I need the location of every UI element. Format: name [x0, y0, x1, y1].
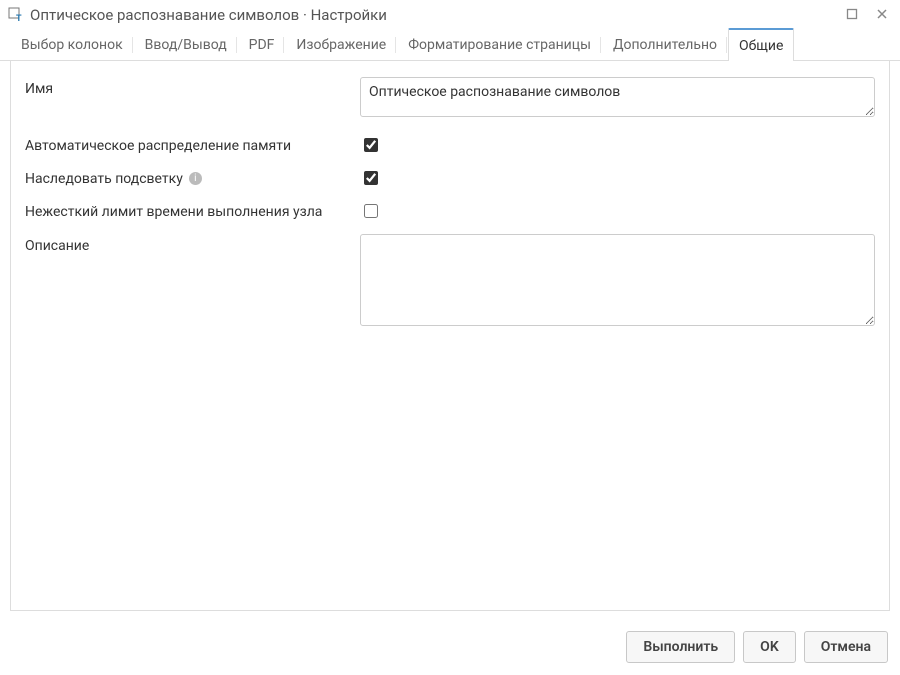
- tab-image[interactable]: Изображение: [285, 28, 397, 61]
- tab-columns[interactable]: Выбор колонок: [10, 28, 134, 61]
- info-icon[interactable]: i: [189, 172, 202, 185]
- footer: Выполнить OK Отмена: [0, 621, 900, 675]
- tab-pdf[interactable]: PDF: [238, 28, 286, 61]
- app-icon: T: [8, 7, 24, 23]
- inherit-highlight-label: Наследовать подсветку i: [25, 171, 360, 187]
- titlebar: T Оптическое распознавание символов · На…: [0, 0, 900, 28]
- window-title: Оптическое распознавание символов · Наст…: [30, 6, 844, 24]
- close-icon[interactable]: [874, 6, 890, 24]
- inherit-highlight-checkbox[interactable]: [364, 171, 378, 185]
- inherit-highlight-label-text: Наследовать подсветку: [25, 171, 183, 187]
- description-label: Описание: [25, 234, 360, 254]
- soft-limit-label: Нежесткий лимит времени выполнения узла: [25, 204, 360, 220]
- tabs: Выбор колонок Ввод/Вывод PDF Изображение…: [0, 28, 900, 61]
- tab-content: Имя Автоматическое распределение памяти …: [10, 61, 890, 611]
- svg-text:T: T: [16, 14, 22, 23]
- cancel-button[interactable]: Отмена: [804, 631, 888, 663]
- maximize-icon[interactable]: [844, 6, 860, 24]
- name-label: Имя: [25, 77, 360, 97]
- run-button[interactable]: Выполнить: [626, 631, 735, 663]
- tab-io[interactable]: Ввод/Вывод: [134, 28, 238, 61]
- name-input[interactable]: [360, 77, 875, 117]
- tab-general[interactable]: Общие: [728, 28, 794, 61]
- description-input[interactable]: [360, 234, 875, 326]
- auto-memory-label: Автоматическое распределение памяти: [25, 138, 360, 154]
- ok-button[interactable]: OK: [743, 631, 796, 663]
- auto-memory-checkbox[interactable]: [364, 138, 378, 152]
- tab-advanced[interactable]: Дополнительно: [602, 28, 728, 61]
- tab-page-fmt[interactable]: Форматирование страницы: [397, 28, 602, 61]
- soft-limit-checkbox[interactable]: [364, 204, 378, 218]
